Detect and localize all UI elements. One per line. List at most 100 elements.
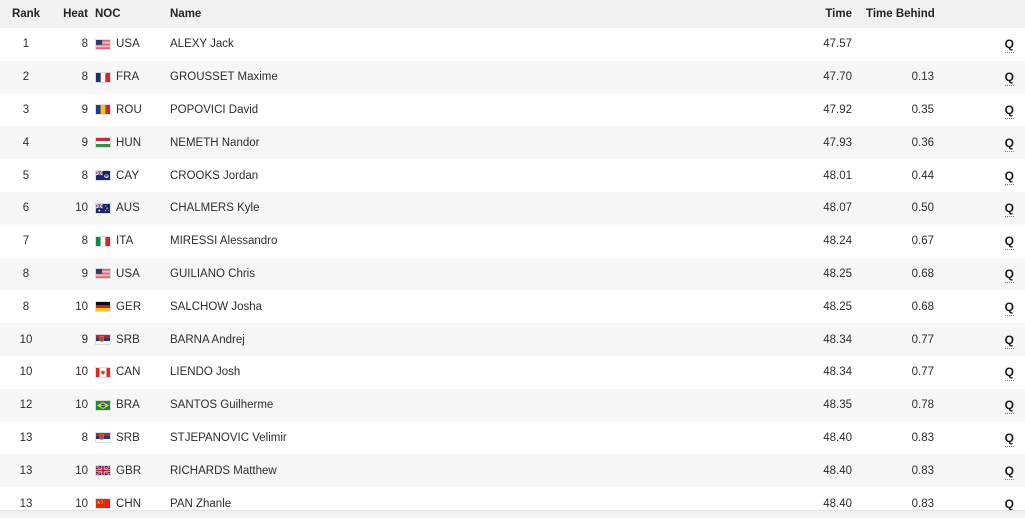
column-header-rank[interactable]: Rank bbox=[0, 0, 52, 28]
noc-code: SRB bbox=[116, 333, 140, 346]
qualification-mark[interactable]: Q bbox=[1004, 430, 1014, 447]
cell-time-behind: 0.77 bbox=[911, 333, 934, 346]
cell-time: 48.25 bbox=[823, 300, 852, 313]
cell-time: 48.35 bbox=[823, 399, 852, 412]
cell-rank: 7 bbox=[22, 235, 30, 248]
cell-athlete-name[interactable]: MIRESSI Alessandro bbox=[160, 225, 810, 258]
table-row[interactable]: 3 9 ROU POPOVICI David 47.92 0.35 Q bbox=[0, 93, 1025, 127]
cell-heat: 10 bbox=[75, 464, 88, 477]
table-row[interactable]: 12 10 BRA SANTOS Guilherme 48.35 0.78 Q bbox=[0, 388, 1025, 422]
table-row[interactable]: 1 8 USA ALEXY Jack 47.57 Q bbox=[0, 28, 1025, 61]
qualification-mark[interactable]: Q bbox=[1004, 463, 1014, 480]
column-header-qualification bbox=[936, 0, 1025, 28]
cell-athlete-name[interactable]: BARNA Andrej bbox=[160, 323, 810, 356]
cell-noc: BRA bbox=[90, 389, 160, 422]
column-header-name[interactable]: Name bbox=[160, 0, 810, 28]
table-row[interactable]: 10 9 SRB BARNA Andrej 48.34 0.77 Q bbox=[0, 323, 1025, 356]
cell-qualification: Q bbox=[936, 422, 1025, 455]
flag-usa bbox=[95, 268, 111, 280]
cell-athlete-name[interactable]: GROUSSET Maxime bbox=[160, 61, 810, 94]
flag-chn bbox=[95, 498, 111, 510]
table-row[interactable]: 13 10 GBR RICHARDS Matthew 48.40 0.83 Q bbox=[0, 454, 1025, 488]
qualification-mark[interactable]: Q bbox=[1004, 70, 1014, 87]
noc-code: USA bbox=[116, 38, 140, 51]
cell-time-behind: 0.83 bbox=[911, 431, 934, 444]
flag-srb bbox=[95, 334, 111, 346]
cell-heat: 10 bbox=[75, 399, 88, 412]
table-row[interactable]: 8 9 USA GUILIANO Chris 48.25 0.68 Q bbox=[0, 257, 1025, 291]
cell-noc: SRB bbox=[90, 323, 160, 356]
cell-heat: 10 bbox=[75, 366, 88, 379]
cell-athlete-name[interactable]: CHALMERS Kyle bbox=[160, 192, 810, 225]
cell-athlete-name[interactable]: STJEPANOVIC Velimir bbox=[160, 422, 810, 455]
cell-rank: 5 bbox=[22, 169, 30, 182]
column-header-time[interactable]: Time bbox=[810, 0, 866, 28]
cell-time: 47.92 bbox=[823, 103, 852, 116]
cell-time: 48.34 bbox=[823, 333, 852, 346]
table-row[interactable]: 6 10 AUS CHALMERS Kyle 48.07 0.50 Q bbox=[0, 191, 1025, 225]
qualification-mark[interactable]: Q bbox=[1004, 365, 1014, 382]
qualification-mark[interactable]: Q bbox=[1004, 168, 1014, 185]
cell-noc: HUN bbox=[90, 126, 160, 159]
cell-time-behind: 0.50 bbox=[911, 202, 934, 215]
qualification-mark[interactable]: Q bbox=[1004, 135, 1014, 152]
table-row[interactable]: 13 8 SRB STJEPANOVIC Velimir 48.40 0.83 Q bbox=[0, 421, 1025, 455]
column-header-noc[interactable]: NOC bbox=[90, 0, 160, 28]
results-table: Rank Heat NOC Name Time Time Behind 1 8 US… bbox=[0, 0, 1025, 520]
cell-athlete-name[interactable]: RICHARDS Matthew bbox=[160, 454, 810, 487]
cell-time: 48.40 bbox=[823, 431, 852, 444]
qualification-mark[interactable]: Q bbox=[1004, 37, 1014, 54]
cell-heat: 10 bbox=[75, 202, 88, 215]
flag-ita bbox=[95, 235, 111, 247]
cell-time: 48.24 bbox=[823, 235, 852, 248]
table-row[interactable]: 10 10 CAN LIENDO Josh 48.34 0.77 Q bbox=[0, 355, 1025, 389]
cell-athlete-name[interactable]: GUILIANO Chris bbox=[160, 258, 810, 291]
table-header: Rank Heat NOC Name Time Time Behind bbox=[0, 0, 1025, 28]
cell-rank: 8 bbox=[22, 267, 30, 280]
flag-cay bbox=[95, 170, 111, 182]
cell-noc: USA bbox=[90, 258, 160, 291]
qualification-mark[interactable]: Q bbox=[1004, 299, 1014, 316]
cell-time: 47.93 bbox=[823, 136, 852, 149]
cell-qualification: Q bbox=[936, 323, 1025, 356]
cell-qualification: Q bbox=[936, 61, 1025, 94]
cell-noc: GER bbox=[90, 290, 160, 323]
table-row[interactable]: 2 8 FRA GROUSSET Maxime 47.70 0.13 Q bbox=[0, 60, 1025, 94]
cell-athlete-name[interactable]: ALEXY Jack bbox=[160, 28, 810, 61]
cell-athlete-name[interactable]: SANTOS Guilherme bbox=[160, 389, 810, 422]
cell-heat: 10 bbox=[75, 300, 88, 313]
noc-code: USA bbox=[116, 267, 140, 280]
table-row[interactable]: 7 8 ITA MIRESSI Alessandro 48.24 0.67 Q bbox=[0, 224, 1025, 258]
column-header-heat[interactable]: Heat bbox=[52, 0, 90, 28]
noc-code: CAN bbox=[116, 366, 141, 379]
cell-time-behind: 0.36 bbox=[911, 136, 934, 149]
cell-rank: 2 bbox=[22, 71, 30, 84]
flag-srb bbox=[95, 432, 111, 444]
qualification-mark[interactable]: Q bbox=[1004, 102, 1014, 119]
cell-qualification: Q bbox=[936, 28, 1025, 61]
cell-time-behind: 0.83 bbox=[911, 464, 934, 477]
noc-code: FRA bbox=[116, 71, 140, 84]
cell-athlete-name[interactable]: LIENDO Josh bbox=[160, 356, 810, 389]
cell-athlete-name[interactable]: POPOVICI David bbox=[160, 94, 810, 127]
table-row[interactable]: 8 10 GER SALCHOW Josha 48.25 0.68 Q bbox=[0, 290, 1025, 324]
table-body: 1 8 USA ALEXY Jack 47.57 Q 2 8 FRA GROUSSET Maxim… bbox=[0, 28, 1025, 520]
cell-time: 48.07 bbox=[823, 202, 852, 215]
table-row[interactable]: 4 9 HUN NEMETH Nandor 47.93 0.36 Q bbox=[0, 126, 1025, 160]
cell-rank: 8 bbox=[22, 300, 30, 313]
flag-ger bbox=[95, 301, 111, 313]
table-row[interactable]: 5 8 CAY CROOKS Jordan 48.01 0.44 Q bbox=[0, 159, 1025, 192]
qualification-mark[interactable]: Q bbox=[1004, 332, 1014, 349]
cell-time-behind: 0.68 bbox=[911, 300, 934, 313]
qualification-mark[interactable]: Q bbox=[1004, 201, 1014, 218]
cell-athlete-name[interactable]: CROOKS Jordan bbox=[160, 159, 810, 192]
cell-athlete-name[interactable]: SALCHOW Josha bbox=[160, 290, 810, 323]
cell-qualification: Q bbox=[936, 94, 1025, 127]
qualification-mark[interactable]: Q bbox=[1004, 234, 1014, 251]
cell-rank: 4 bbox=[22, 136, 30, 149]
cell-athlete-name[interactable]: NEMETH Nandor bbox=[160, 126, 810, 159]
column-header-time-behind[interactable]: Time Behind bbox=[866, 0, 936, 28]
qualification-mark[interactable]: Q bbox=[1004, 398, 1014, 415]
qualification-mark[interactable]: Q bbox=[1004, 266, 1014, 283]
noc-code: GER bbox=[116, 300, 142, 313]
